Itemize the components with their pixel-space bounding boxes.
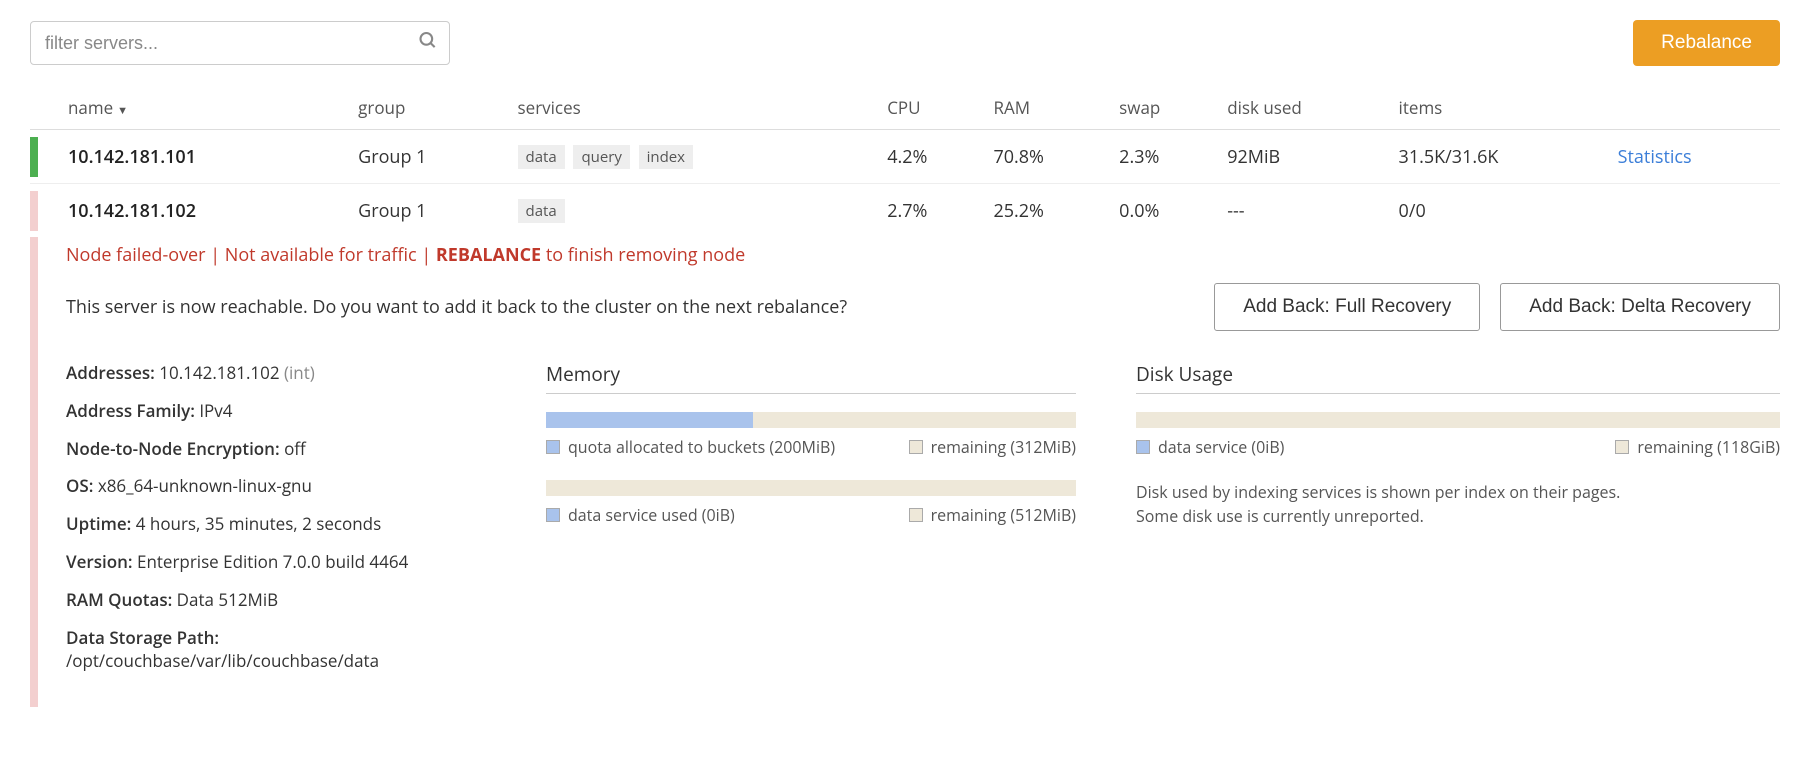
- memory-quota-bar: [546, 412, 1076, 428]
- col-items[interactable]: items: [1391, 86, 1610, 130]
- server-swap: 2.3%: [1111, 130, 1219, 184]
- disk-panel: Disk Usage data service (0iB) remaining …: [1136, 361, 1780, 687]
- add-back-full-button[interactable]: Add Back: Full Recovery: [1214, 283, 1480, 331]
- server-services: data query index: [510, 130, 880, 184]
- memory-heading: Memory: [546, 361, 1076, 394]
- status-indicator-failed: [30, 191, 38, 231]
- server-group: Group 1: [350, 184, 509, 238]
- disk-usage-bar: [1136, 412, 1780, 428]
- service-tag: query: [573, 145, 629, 169]
- memory-panel: Memory quota allocated to buckets (200Mi…: [546, 361, 1076, 687]
- server-disk: ---: [1219, 184, 1390, 238]
- filter-servers-box: [30, 21, 450, 65]
- service-tag: data: [518, 145, 565, 169]
- server-disk: 92MiB: [1219, 130, 1390, 184]
- legend-remaining: remaining (312MiB): [909, 436, 1076, 458]
- server-ram: 70.8%: [985, 130, 1111, 184]
- server-info-panel: Addresses: 10.142.181.102 (int) Address …: [66, 361, 486, 687]
- rebalance-button[interactable]: Rebalance: [1633, 20, 1780, 66]
- server-items: 31.5K/31.6K: [1391, 130, 1610, 184]
- search-icon[interactable]: [418, 31, 438, 56]
- swatch-blue-icon: [546, 440, 560, 454]
- filter-servers-input[interactable]: [30, 21, 450, 65]
- swatch-beige-icon: [909, 440, 923, 454]
- col-group[interactable]: group: [350, 86, 509, 130]
- legend-remaining: remaining (512MiB): [909, 504, 1076, 526]
- table-row[interactable]: 10.142.181.102 Group 1 data 2.7% 25.2% 0…: [30, 184, 1780, 238]
- add-back-delta-button[interactable]: Add Back: Delta Recovery: [1500, 283, 1780, 331]
- table-row[interactable]: 10.142.181.101 Group 1 data query index …: [30, 130, 1780, 184]
- swatch-blue-icon: [546, 508, 560, 522]
- server-detail-panel: Node failed-over | Not available for tra…: [30, 237, 1780, 707]
- legend-disk-data: data service (0iB): [1136, 436, 1284, 458]
- sort-caret-icon: ▼: [117, 103, 128, 118]
- server-name: 10.142.181.101: [40, 130, 350, 184]
- col-ram[interactable]: RAM: [985, 86, 1111, 130]
- server-cpu: 4.2%: [879, 130, 985, 184]
- servers-table: name▼ group services CPU RAM swap disk u…: [30, 86, 1780, 707]
- swatch-beige-icon: [909, 508, 923, 522]
- service-tag: data: [518, 199, 565, 223]
- disk-heading: Disk Usage: [1136, 361, 1780, 394]
- col-services[interactable]: services: [510, 86, 880, 130]
- col-cpu[interactable]: CPU: [879, 86, 985, 130]
- col-name[interactable]: name▼: [40, 86, 350, 130]
- server-services: data: [510, 184, 880, 238]
- reachable-question: This server is now reachable. Do you wan…: [66, 295, 847, 319]
- server-items: 0/0: [1391, 184, 1610, 238]
- col-swap[interactable]: swap: [1111, 86, 1219, 130]
- memory-used-bar: [546, 480, 1076, 496]
- legend-quota: quota allocated to buckets (200MiB): [546, 436, 835, 458]
- server-group: Group 1: [350, 130, 509, 184]
- statistics-link[interactable]: Statistics: [1618, 145, 1692, 169]
- server-cpu: 2.7%: [879, 184, 985, 238]
- service-tag: index: [639, 145, 693, 169]
- disk-note: Disk used by indexing services is shown …: [1136, 480, 1780, 528]
- swatch-blue-icon: [1136, 440, 1150, 454]
- server-name: 10.142.181.102: [40, 184, 350, 238]
- legend-data-used: data service used (0iB): [546, 504, 735, 526]
- legend-disk-remaining: remaining (118GiB): [1615, 436, 1780, 458]
- swatch-beige-icon: [1615, 440, 1629, 454]
- col-disk[interactable]: disk used: [1219, 86, 1390, 130]
- failover-message: Node failed-over | Not available for tra…: [38, 237, 1780, 283]
- server-ram: 25.2%: [985, 184, 1111, 238]
- status-indicator-green: [30, 137, 38, 177]
- server-swap: 0.0%: [1111, 184, 1219, 238]
